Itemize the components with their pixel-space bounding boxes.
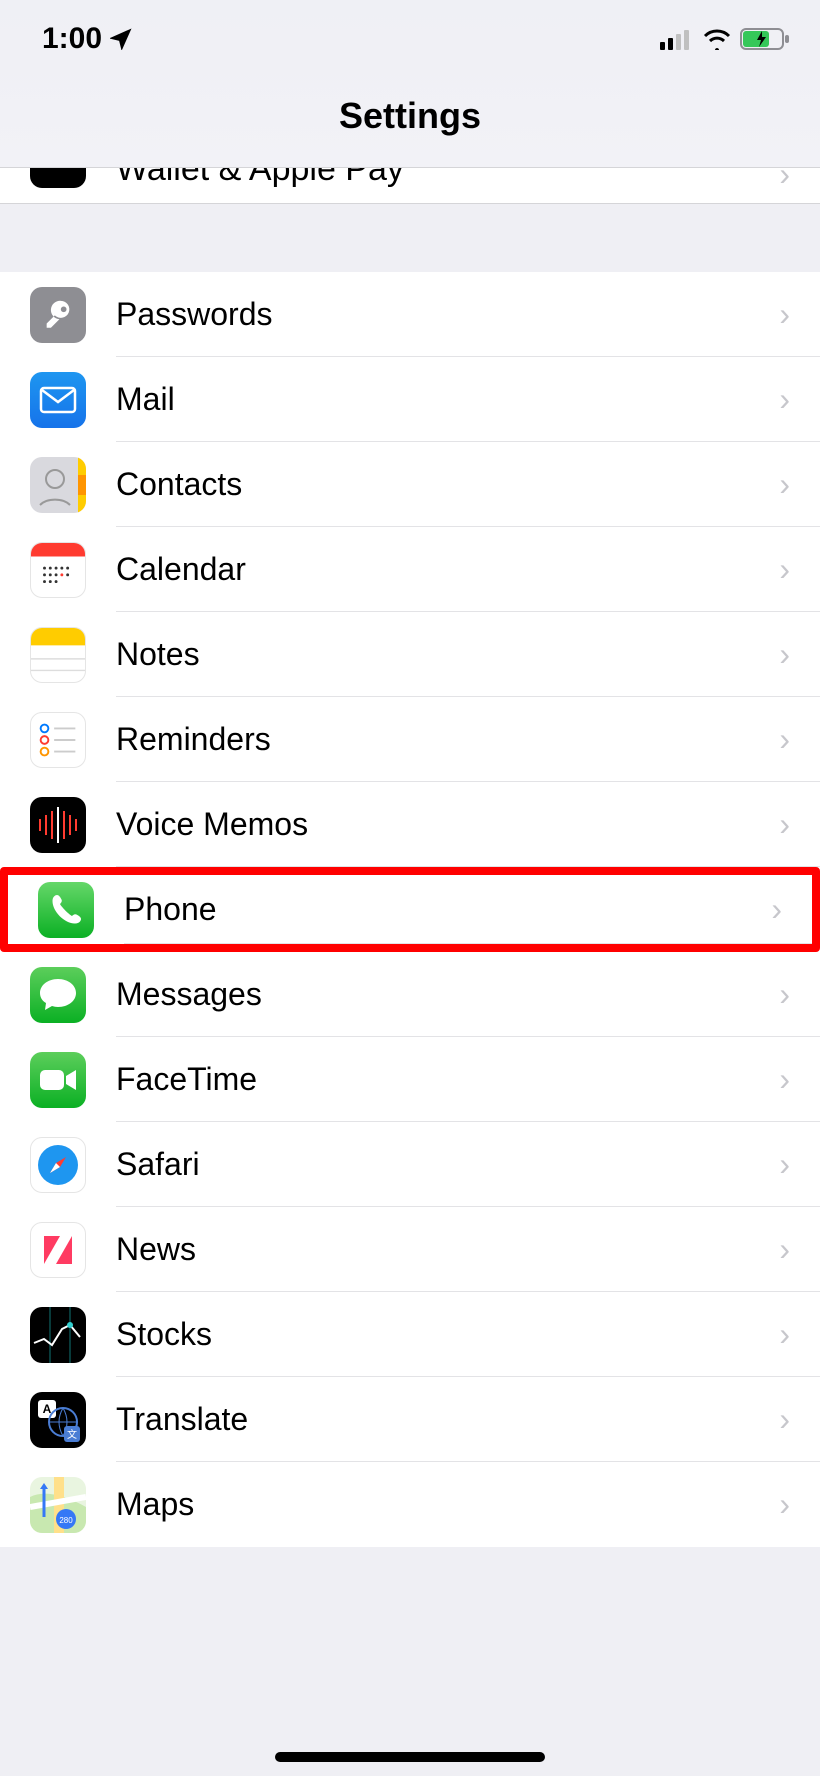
chevron-right-icon: › (779, 466, 790, 503)
safari-icon (30, 1137, 86, 1193)
reminders-icon (30, 712, 86, 768)
key-icon (30, 287, 86, 343)
maps-icon: 280 (30, 1477, 86, 1533)
chevron-right-icon: › (779, 1401, 790, 1438)
cellular-icon (660, 28, 694, 50)
settings-row-stocks[interactable]: Stocks › (0, 1292, 820, 1377)
settings-row-facetime[interactable]: FaceTime › (0, 1037, 820, 1122)
home-indicator[interactable] (275, 1752, 545, 1762)
chevron-right-icon: › (779, 168, 790, 193)
settings-row-translate[interactable]: A文 Translate › (0, 1377, 820, 1462)
contacts-icon (30, 457, 86, 513)
chevron-right-icon: › (779, 806, 790, 843)
settings-row-label: FaceTime (116, 1061, 779, 1098)
chevron-right-icon: › (779, 1061, 790, 1098)
svg-text:A: A (43, 1402, 52, 1416)
settings-row-voice-memos[interactable]: Voice Memos › (0, 782, 820, 867)
settings-list: Passwords › Mail › Contacts › Calendar › (0, 272, 820, 1547)
settings-row-phone[interactable]: Phone › (0, 867, 820, 952)
chevron-right-icon: › (779, 721, 790, 758)
settings-row-label: Messages (116, 976, 779, 1013)
settings-row-label: Translate (116, 1401, 779, 1438)
settings-row-safari[interactable]: Safari › (0, 1122, 820, 1207)
settings-row-label: Maps (116, 1486, 779, 1523)
settings-row-mail[interactable]: Mail › (0, 357, 820, 442)
chevron-right-icon: › (779, 636, 790, 673)
status-bar: 1:00 (0, 0, 820, 60)
chevron-right-icon: › (779, 1316, 790, 1353)
settings-row-reminders[interactable]: Reminders › (0, 697, 820, 782)
facetime-icon (30, 1052, 86, 1108)
phone-icon (38, 882, 94, 938)
settings-row-label: Stocks (116, 1316, 779, 1353)
status-time: 1:00 (42, 22, 102, 56)
wifi-icon (702, 28, 732, 50)
settings-row-contacts[interactable]: Contacts › (0, 442, 820, 527)
location-icon (110, 28, 132, 50)
chevron-right-icon: › (779, 976, 790, 1013)
settings-row-messages[interactable]: Messages › (0, 952, 820, 1037)
mail-icon (30, 372, 86, 428)
settings-row-label: Phone (124, 891, 771, 928)
settings-row-notes[interactable]: Notes › (0, 612, 820, 697)
chevron-right-icon: › (771, 891, 782, 928)
section-gap (0, 204, 820, 272)
chevron-right-icon: › (779, 296, 790, 333)
settings-row-label: Passwords (116, 296, 779, 333)
settings-row-label: Safari (116, 1146, 779, 1183)
calendar-icon (30, 542, 86, 598)
chevron-right-icon: › (779, 551, 790, 588)
messages-icon (30, 967, 86, 1023)
svg-text:文: 文 (67, 1428, 77, 1441)
settings-row-label: Wallet & Apple Pay (116, 168, 404, 189)
settings-row-news[interactable]: News › (0, 1207, 820, 1292)
notes-icon (30, 627, 86, 683)
wallet-icon (30, 168, 86, 188)
status-right (660, 27, 790, 51)
settings-row-wallet[interactable]: Wallet & Apple Pay › (0, 168, 820, 204)
settings-row-maps[interactable]: 280 Maps › (0, 1462, 820, 1547)
page-title: Settings (0, 95, 820, 137)
settings-row-label: Calendar (116, 551, 779, 588)
settings-row-label: Mail (116, 381, 779, 418)
svg-text:280: 280 (59, 1516, 73, 1525)
settings-row-label: Reminders (116, 721, 779, 758)
chevron-right-icon: › (779, 381, 790, 418)
settings-row-label: Voice Memos (116, 806, 779, 843)
chevron-right-icon: › (779, 1146, 790, 1183)
settings-row-label: Notes (116, 636, 779, 673)
news-icon (30, 1222, 86, 1278)
settings-row-label: Contacts (116, 466, 779, 503)
settings-row-passwords[interactable]: Passwords › (0, 272, 820, 357)
stocks-icon (30, 1307, 86, 1363)
voice-memos-icon (30, 797, 86, 853)
header: Settings (0, 60, 820, 168)
status-left: 1:00 (42, 22, 132, 56)
translate-icon: A文 (30, 1392, 86, 1448)
battery-charging-icon (740, 27, 790, 51)
settings-row-label: News (116, 1231, 779, 1268)
settings-row-calendar[interactable]: Calendar › (0, 527, 820, 612)
chevron-right-icon: › (779, 1486, 790, 1523)
chevron-right-icon: › (779, 1231, 790, 1268)
